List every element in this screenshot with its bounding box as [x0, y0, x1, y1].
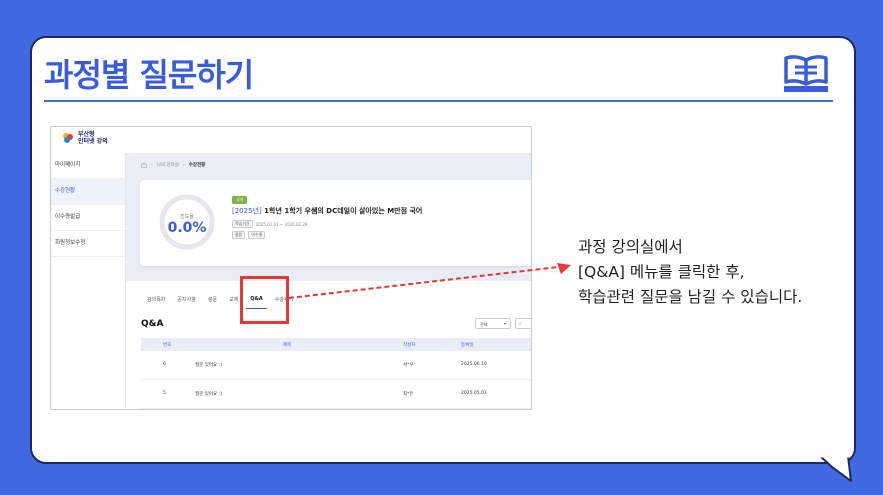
progress-label: 진도율	[180, 214, 194, 220]
col-author: 작성자	[403, 343, 416, 348]
row-number: 6	[163, 362, 166, 367]
filter-value: 전체	[480, 322, 488, 327]
home-icon[interactable]	[141, 162, 147, 168]
course-year: [2025년]	[232, 207, 262, 215]
col-title: 제목	[283, 343, 292, 348]
row-author: 최*은	[403, 392, 414, 397]
col-number: 번호	[163, 343, 172, 348]
breadcrumb-current: 수강현황	[188, 163, 206, 168]
table-row[interactable]: 5 질문 있어요 :) 최*은 2025.05.03	[141, 380, 531, 409]
chevron-down-icon: ▾	[503, 321, 506, 326]
table-row[interactable]: 6 질문 있어요 :) 서*우 2025.06.10	[141, 351, 531, 380]
study-period: 학습기간 2025.01.01 ~ 2026.02.28	[232, 220, 307, 228]
instruction-line-2: [Q&A] 메뉴를 클릭한 후,	[578, 263, 745, 281]
instruction-line-3: 학습관련 질문을 남길 수 있습니다.	[578, 288, 803, 306]
pointer-arrow	[288, 263, 571, 299]
col-date: 등록일	[461, 343, 474, 348]
logo-line2: 인터넷 강의	[78, 138, 108, 145]
site-logo[interactable]: 부산형 인터넷 강의	[61, 131, 108, 145]
sidebar-item-mypage[interactable]: 마이페이지	[51, 153, 125, 179]
qa-filter-select[interactable]: 전체 ▾	[475, 318, 511, 329]
logo-icon	[63, 133, 73, 143]
period-value: 2025.01.01 ~ 2026.02.28	[255, 221, 308, 227]
subject-badge: 국어	[232, 196, 248, 204]
tab-notice[interactable]: 공지사항	[171, 294, 201, 309]
tab-survey[interactable]: 설문	[202, 294, 223, 309]
period-label: 학습기간	[232, 220, 253, 228]
sidebar-item-enrollment[interactable]: 수강현황	[51, 179, 125, 205]
sidebar-item-certificate[interactable]: 이수증발급	[51, 205, 125, 231]
book-icon	[784, 55, 828, 92]
qa-heading: Q&A	[141, 319, 164, 329]
course-name: 1학년 1학기 우쌤의 DC데일이 살아있는 M만점 국어	[264, 207, 423, 215]
breadcrumb-item[interactable]: 나의 강의실	[157, 162, 179, 168]
qa-table-header: 번호 제목 작성자 등록일	[141, 338, 531, 351]
row-title[interactable]: 질문 있어요 :)	[195, 391, 222, 397]
qa-highlight-box	[240, 276, 289, 324]
course-title: [2025년] 1학년 1학기 우쌤의 DC데일이 살아있는 M만점 국어	[232, 206, 422, 216]
breadcrumb: › 나의 강의실 › 수강현황	[141, 162, 205, 168]
row-title[interactable]: 질문 있어요 :)	[195, 362, 222, 368]
tab-contents[interactable]: 강의목차	[141, 294, 171, 309]
sidebar: 마이페이지 수강현황 이수증발급 회원정보수정	[51, 153, 126, 409]
logo-line1: 부산형	[78, 131, 95, 138]
course-chips: 중등 이수중	[232, 231, 266, 239]
instruction-line-1: 과정 강의실에서	[578, 238, 683, 256]
level-chip: 중등	[232, 231, 246, 239]
status-chip: 이수중	[248, 231, 266, 239]
title-divider	[44, 100, 833, 102]
progress-value: 0.0%	[167, 220, 207, 236]
speech-bubble-tail	[818, 455, 852, 482]
instruction-text: 과정 강의실에서 [Q&A] 메뉴를 클릭한 후, 학습관련 질문을 남길 수 …	[578, 235, 802, 310]
row-date: 2025.05.03	[461, 391, 487, 396]
search-icon[interactable]: ⌕	[515, 318, 531, 329]
row-date: 2025.06.10	[461, 362, 487, 367]
row-number: 5	[163, 391, 166, 396]
course-card: 진도율 0.0% 국어 [2025년] 1학년 1학기 우쌤의 DC데일이 살아…	[140, 180, 531, 266]
row-author: 서*우	[403, 363, 414, 368]
sidebar-item-profile[interactable]: 회원정보수정	[51, 231, 125, 257]
page-title: 과정별 질문하기	[44, 56, 254, 94]
